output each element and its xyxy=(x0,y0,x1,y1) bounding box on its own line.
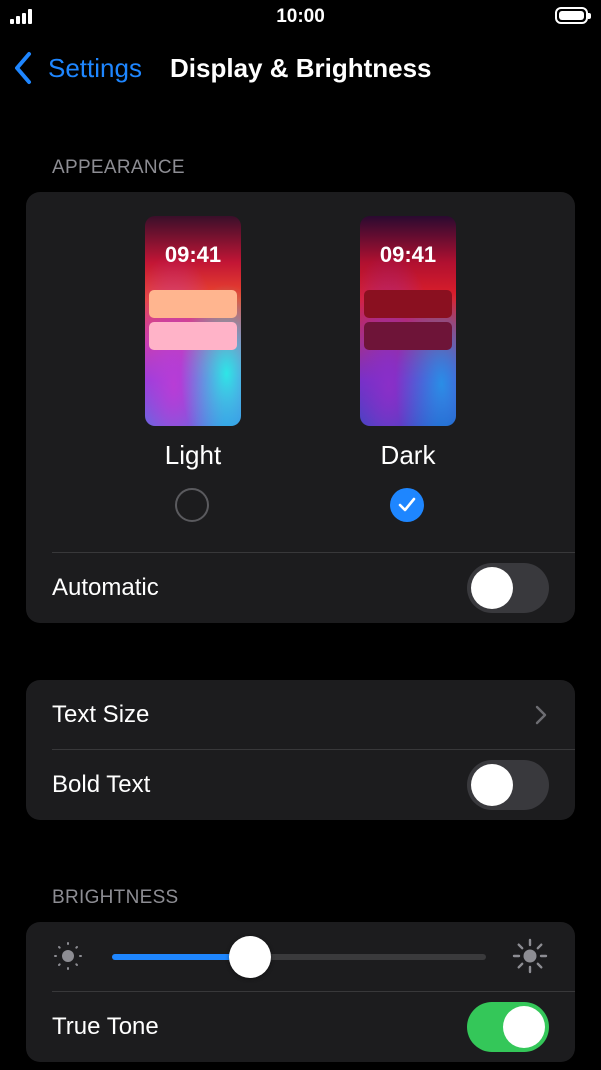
text-size-label: Text Size xyxy=(52,701,150,728)
dark-preview-time: 09:41 xyxy=(379,242,437,267)
true-tone-label: True Tone xyxy=(52,1013,159,1040)
light-preview-card xyxy=(149,290,237,318)
page-title: Display & Brightness xyxy=(170,53,432,83)
light-preview-card xyxy=(149,322,237,350)
true-tone-row: True Tone xyxy=(26,992,575,1062)
light-mode-option[interactable]: 09:41 Light xyxy=(145,216,241,522)
sun-bright-icon xyxy=(512,938,548,974)
chevron-right-icon xyxy=(535,705,547,725)
back-button[interactable]: Settings xyxy=(12,46,142,90)
back-label: Settings xyxy=(48,52,142,83)
light-preview-time: 09:41 xyxy=(164,242,222,267)
battery-icon xyxy=(555,7,591,24)
dark-mode-option[interactable]: 09:41 Dark xyxy=(360,216,456,522)
appearance-header: APPEARANCE xyxy=(52,157,185,178)
text-size-row[interactable]: Text Size xyxy=(26,680,575,749)
brightness-slider[interactable] xyxy=(112,936,486,978)
text-settings-group: Text Size Bold Text xyxy=(26,680,575,820)
bold-text-row: Bold Text xyxy=(26,750,575,820)
brightness-slider-row xyxy=(26,922,575,991)
brightness-header: BRIGHTNESS xyxy=(52,887,179,908)
bold-text-toggle[interactable] xyxy=(467,760,549,810)
light-mode-preview: 09:41 xyxy=(145,216,241,426)
bold-text-label: Bold Text xyxy=(52,771,151,798)
chevron-left-icon xyxy=(15,52,31,84)
status-bar: 10:00 xyxy=(0,0,601,34)
brightness-slider-thumb[interactable] xyxy=(229,936,272,978)
true-tone-toggle[interactable] xyxy=(467,1002,549,1052)
status-time: 10:00 xyxy=(276,6,325,27)
dark-preview-card xyxy=(364,322,452,350)
automatic-label: Automatic xyxy=(52,574,159,601)
light-mode-radio[interactable] xyxy=(175,488,209,522)
dark-mode-radio[interactable] xyxy=(390,488,424,522)
dark-mode-label: Dark xyxy=(380,440,436,470)
dark-preview-card xyxy=(364,290,452,318)
checkmark-icon xyxy=(398,497,416,512)
brightness-group: True Tone xyxy=(26,922,575,1062)
light-mode-label: Light xyxy=(164,440,222,470)
appearance-group: 09:41 Light 09:41 Dark Automatic xyxy=(26,192,575,623)
sun-dim-icon xyxy=(54,942,82,970)
automatic-toggle[interactable] xyxy=(467,563,549,613)
navigation-bar: Settings Display & Brightness xyxy=(0,46,601,90)
dark-mode-preview: 09:41 xyxy=(360,216,456,426)
automatic-row: Automatic xyxy=(26,553,575,623)
